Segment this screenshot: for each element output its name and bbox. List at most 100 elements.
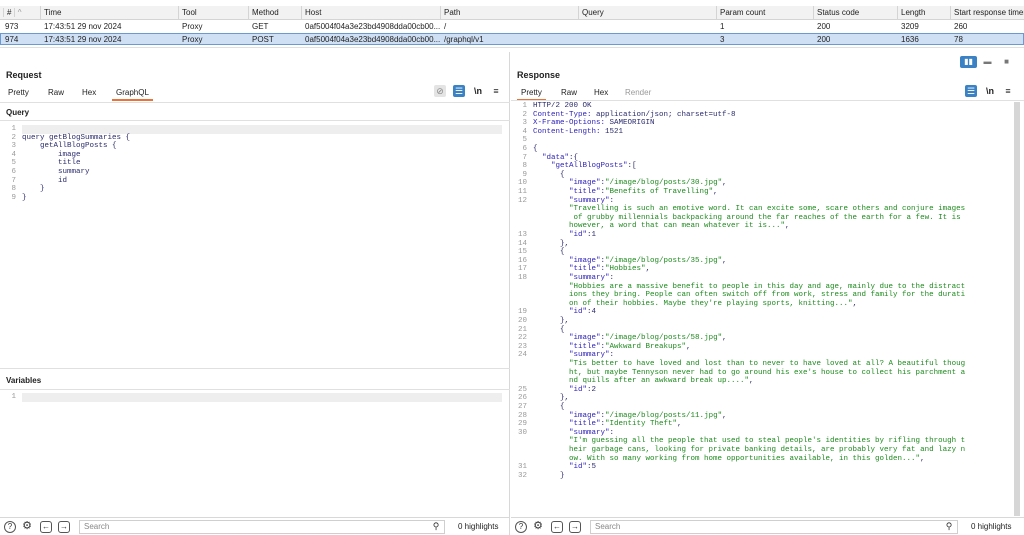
search-input[interactable]: Search: [79, 520, 445, 534]
history-table: # ^ Time Tool Method Host Path Query Par…: [0, 0, 1024, 47]
sort-icon: ^: [13, 8, 22, 17]
line-number: 4: [522, 127, 527, 136]
col-timer-header[interactable]: Start response timer: [950, 6, 1024, 20]
query-editor[interactable]: 1 2 query getBlogSummaries {3 getAllBlogPo…: [4, 125, 504, 365]
variables-editor[interactable]: 1: [4, 393, 504, 503]
layout-split-icon[interactable]: ▮▮: [960, 56, 977, 68]
col-time-header[interactable]: Time: [40, 6, 178, 20]
response-line: "image":"/image/blog/posts/30.jpg",: [533, 179, 727, 188]
line-number: 8: [11, 185, 16, 194]
code-line: title: [22, 159, 81, 168]
response-line: "title":"Identity Theft",: [533, 420, 682, 429]
message-actions-icon[interactable]: ☰: [965, 85, 977, 97]
tab-graphql[interactable]: GraphQL: [112, 86, 153, 101]
token-str: ions they bring. People can often switch…: [533, 291, 966, 300]
token-key: Content-Length:: [533, 127, 606, 136]
token-str: heir garbage cans, looking for private b…: [533, 446, 966, 454]
tab-pretty[interactable]: Pretty: [517, 86, 546, 101]
line-number: 9: [11, 193, 16, 202]
request-pane: Request Pretty Raw Hex GraphQL ⊘ ☰ \n ≡ …: [0, 52, 510, 535]
table-row-selected[interactable]: 974 17:43:51 29 nov 2024 Proxy POST 0af5…: [0, 33, 1024, 45]
vertical-scrollbar[interactable]: [1014, 102, 1020, 516]
response-line: Content-Length: 1521: [533, 128, 623, 137]
newline-toggle-icon[interactable]: \n: [984, 85, 996, 97]
col-length-header[interactable]: Length: [897, 6, 950, 20]
token-key: "title": [569, 188, 601, 196]
scrollbar-thumb[interactable]: [1014, 102, 1020, 516]
line-number: 16: [517, 256, 527, 265]
table-row[interactable]: 973 17:43:51 29 nov 2024 Proxy GET 0af50…: [0, 21, 1024, 33]
settings-gear-icon[interactable]: ⚙: [532, 521, 544, 533]
layout-single-icon[interactable]: ■: [998, 56, 1015, 68]
back-arrow-icon[interactable]: ←: [551, 521, 563, 533]
col-query-header[interactable]: Query: [578, 6, 716, 20]
token-str: "Hobbies are a massive benefit to people…: [533, 282, 966, 291]
line-number: 22: [517, 334, 527, 343]
token-plain: :{: [569, 153, 579, 162]
response-line: "title":"Hobbies",: [533, 265, 650, 274]
line-number: 23: [517, 342, 527, 351]
line-number: 13: [517, 231, 527, 239]
line-number: 11: [517, 188, 527, 196]
help-icon[interactable]: ?: [515, 521, 527, 533]
col-status-header[interactable]: Status code: [813, 6, 897, 20]
token-str: on of their hobbies. Maybe they're playi…: [533, 299, 853, 308]
token-plain: ,: [852, 299, 858, 308]
highlights-count: 0 highlights: [971, 522, 1012, 531]
search-input[interactable]: Search: [590, 520, 958, 534]
token-str: "/image/blog/posts/35.jpg": [605, 256, 723, 265]
forward-arrow-icon[interactable]: →: [569, 521, 581, 533]
line-number: 17: [517, 265, 527, 274]
token-str: "Awkward Breakups": [605, 342, 687, 351]
token-str: nd quills after an awkward break up....": [533, 377, 750, 386]
tab-hex[interactable]: Hex: [82, 86, 96, 99]
line-number: 7: [522, 153, 527, 162]
response-body[interactable]: 1 HTTP/2 200 OK 2 Content-Type: application…: [515, 102, 1013, 516]
settings-gear-icon[interactable]: ⚙: [21, 521, 33, 533]
line-number: 6: [522, 145, 527, 153]
token-plain: {: [533, 403, 565, 411]
col-method-header[interactable]: Method: [248, 6, 301, 20]
col-tool-header[interactable]: Tool: [178, 6, 248, 20]
search-icon[interactable]: ⚲: [943, 521, 955, 533]
search-icon[interactable]: ⚲: [430, 521, 442, 533]
col-params-header[interactable]: Param count: [716, 6, 813, 20]
tab-render[interactable]: Render: [625, 86, 651, 99]
token-key: "id": [569, 385, 588, 394]
response-line: ow. With so many working from home oppor…: [533, 455, 925, 464]
menu-icon[interactable]: ≡: [1002, 85, 1014, 97]
message-actions-icon[interactable]: ☰: [453, 85, 465, 97]
code-line: image: [22, 150, 81, 159]
line-number: 12: [517, 196, 527, 205]
response-line: ht, but maybe Tennyson never had to go a…: [533, 369, 965, 378]
tab-raw[interactable]: Raw: [48, 86, 64, 99]
tab-hex[interactable]: Hex: [594, 86, 608, 99]
help-icon[interactable]: ?: [4, 521, 16, 533]
newline-toggle-icon[interactable]: \n: [472, 85, 484, 97]
col-path-header[interactable]: Path: [440, 6, 578, 20]
token-key: X-Frame-Options:: [533, 119, 610, 128]
forward-arrow-icon[interactable]: →: [58, 521, 70, 533]
response-pane: ▮▮ ▬ ■ Response Pretty Raw Hex Render ☰ …: [511, 52, 1024, 535]
col-num-header[interactable]: # ^: [0, 6, 40, 20]
response-line: "Travelling is such an emotive word. It …: [533, 205, 965, 214]
token-key: "summary": [569, 428, 610, 437]
tab-raw[interactable]: Raw: [561, 86, 577, 99]
line-number: 2: [522, 110, 527, 119]
response-line: "title":"Benefits of Travelling",: [533, 188, 718, 197]
col-host-header[interactable]: Host: [301, 6, 440, 20]
menu-icon[interactable]: ≡: [490, 85, 502, 97]
tab-pretty[interactable]: Pretty: [8, 86, 29, 99]
response-line: X-Frame-Options: SAMEORIGIN: [533, 119, 655, 128]
code-line: id: [22, 176, 68, 185]
layout-horizontal-icon[interactable]: ▬: [979, 56, 996, 68]
history-header: # ^ Time Tool Method Host Path Query Par…: [0, 6, 1024, 20]
back-arrow-icon[interactable]: ←: [40, 521, 52, 533]
token-key: "id": [569, 308, 588, 317]
